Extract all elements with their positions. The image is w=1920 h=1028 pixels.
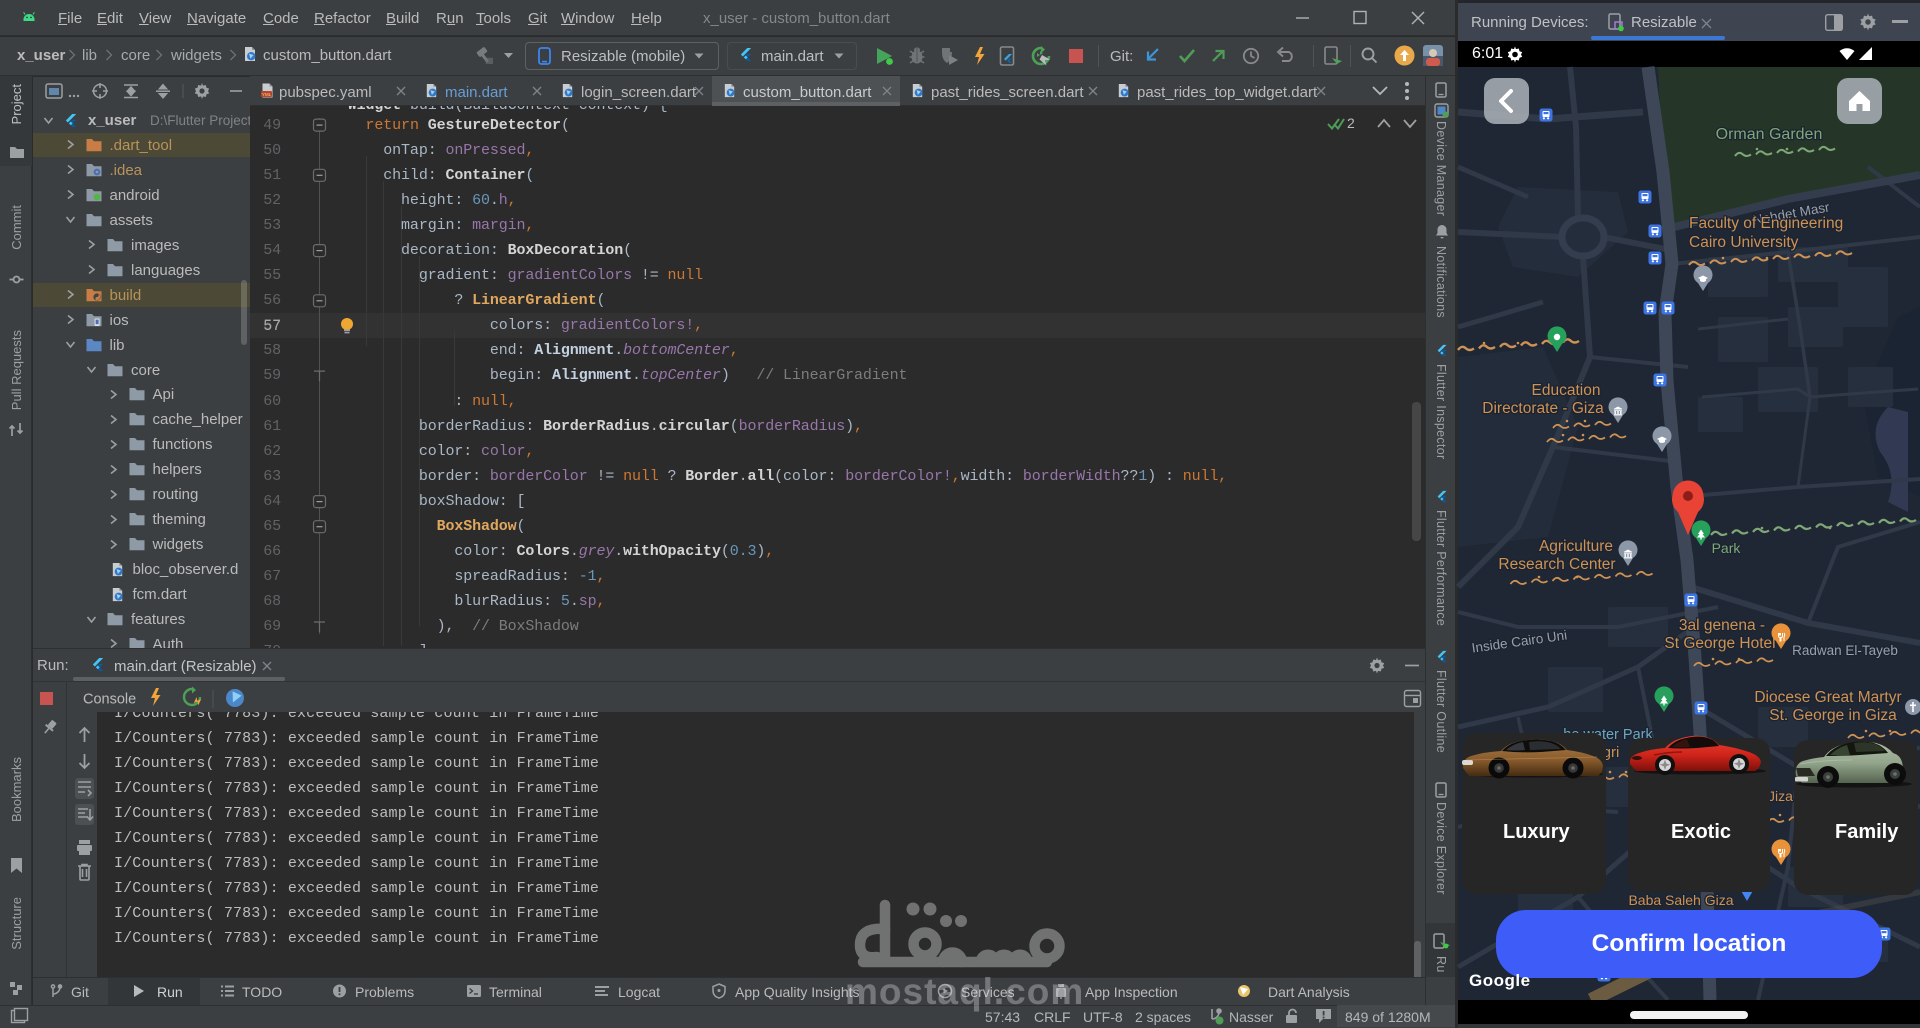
svg-text:Education: Education: [1532, 382, 1601, 399]
svg-text:3al genena -: 3al genena -: [1679, 617, 1765, 634]
svg-text:Orman Garden: Orman Garden: [1716, 126, 1823, 143]
svg-text:St. George in Giza: St. George in Giza: [1769, 707, 1897, 724]
svg-text:St George Hotel: St George Hotel: [1664, 635, 1775, 652]
svg-text:Directorate - Giza: Directorate - Giza: [1482, 400, 1604, 417]
svg-text:Console: Console: [83, 692, 136, 708]
svg-text:Baba Saleh Giza: Baba Saleh Giza: [1628, 892, 1733, 908]
svg-text:Agriculture: Agriculture: [1539, 538, 1613, 555]
svg-text:Faculty of Engineering: Faculty of Engineering: [1689, 215, 1843, 232]
svg-text:YML: YML: [262, 92, 272, 97]
svg-text:Jiza: Jiza: [1768, 788, 1793, 804]
svg-text:Diocese Great Martyr: Diocese Great Martyr: [1754, 689, 1901, 706]
svg-text:Radwan El-Tayeb: Radwan El-Tayeb: [1792, 643, 1898, 658]
svg-text:Cairo University: Cairo University: [1689, 234, 1799, 251]
svg-text:Park: Park: [1712, 540, 1742, 556]
svg-text:Research Center: Research Center: [1498, 556, 1615, 573]
